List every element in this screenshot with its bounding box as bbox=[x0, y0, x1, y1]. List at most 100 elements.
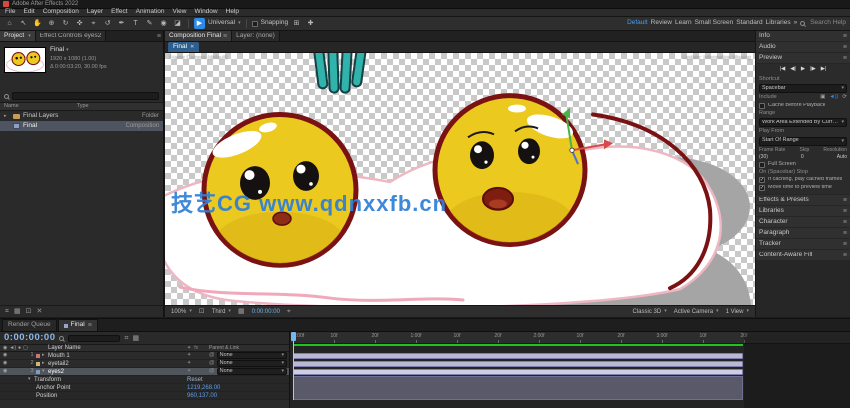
universal-dropdown[interactable]: Universal ▾ bbox=[208, 20, 241, 27]
pan-camera-tool-icon[interactable]: ✜ bbox=[74, 18, 85, 29]
include-audio-icon[interactable]: ◄)) bbox=[829, 95, 838, 101]
panel-menu-icon[interactable]: ≡ bbox=[843, 55, 847, 62]
anchor-point-value[interactable]: 1219,268.00 bbox=[187, 385, 287, 391]
reset-link[interactable]: Reset bbox=[187, 377, 287, 383]
grid-guides-icon[interactable]: ⊞ bbox=[291, 18, 302, 29]
renderer-control[interactable]: Classic 3D ▾ bbox=[633, 309, 667, 315]
new-folder-icon[interactable]: ▦ bbox=[14, 308, 21, 315]
panel-tracker[interactable]: Tracker ≡ bbox=[756, 239, 850, 249]
delete-icon[interactable]: ✕ bbox=[36, 308, 42, 315]
layer-visibility-toggle[interactable]: ◉ bbox=[3, 369, 7, 374]
include-video-icon[interactable]: ▣ bbox=[820, 95, 825, 101]
layer-row-eyes2[interactable]: ◉ 3 ▾ eyes2 ✦ @ None ▾ bbox=[0, 368, 289, 376]
snapping-checkbox[interactable]: ✓ bbox=[252, 21, 258, 27]
panel-audio[interactable]: Audio ≡ bbox=[756, 42, 850, 52]
search-help-input[interactable]: Search Help bbox=[810, 20, 846, 27]
tab-layer-none[interactable]: Layer: (none) bbox=[232, 31, 280, 41]
play-cached-checkbox[interactable]: ✓ bbox=[759, 177, 765, 183]
layer-visibility-toggle[interactable]: ◉ bbox=[3, 361, 7, 366]
workspace-review[interactable]: Review bbox=[651, 20, 672, 27]
parent-link-column-header[interactable]: Parent & Link bbox=[209, 346, 287, 351]
type-tool-icon[interactable]: T bbox=[130, 18, 141, 29]
workspace-default[interactable]: Default bbox=[627, 20, 648, 27]
layer-duration-bar-selected[interactable] bbox=[293, 369, 743, 375]
full-screen-checkbox[interactable]: ✓ bbox=[759, 162, 765, 168]
mask-feather-icon[interactable]: ✚ bbox=[305, 18, 316, 29]
layer-duration-bar[interactable] bbox=[293, 353, 743, 359]
panel-paragraph[interactable]: Paragraph ≡ bbox=[756, 228, 850, 238]
shortcut-dropdown[interactable]: Spacebar ▾ bbox=[759, 84, 847, 93]
resolution-dropdown[interactable]: Auto bbox=[837, 155, 847, 160]
parent-dropdown[interactable]: None ▾ bbox=[217, 368, 287, 375]
pickwhip-icon[interactable]: @ bbox=[209, 353, 215, 359]
pen-tool-icon[interactable]: ✒ bbox=[116, 18, 127, 29]
previous-frame-button[interactable]: ◀| bbox=[790, 67, 796, 73]
menu-animation[interactable]: Animation bbox=[136, 9, 165, 16]
position-row[interactable]: Position 960,137.00 bbox=[0, 392, 289, 400]
grid-icon[interactable]: ▦ bbox=[238, 308, 245, 315]
draft-3d-icon[interactable]: ▦ bbox=[132, 335, 139, 342]
menu-layer[interactable]: Layer bbox=[87, 9, 103, 16]
panel-menu-icon[interactable]: ≡ bbox=[88, 322, 92, 329]
position-value[interactable]: 960,137.00 bbox=[187, 393, 287, 399]
skip-dropdown[interactable]: 0 bbox=[801, 155, 804, 160]
safe-frames-icon[interactable]: ⊡ bbox=[199, 308, 205, 315]
panel-menu-icon[interactable]: ≡ bbox=[843, 241, 847, 248]
layer-row-eyetail2[interactable]: ◉ 2 ▸ eyetail2 ✦ @ None ▾ bbox=[0, 360, 289, 368]
menu-effect[interactable]: Effect bbox=[111, 9, 128, 16]
label-color-chip[interactable] bbox=[36, 362, 40, 366]
tab-render-queue[interactable]: Render Queue bbox=[2, 319, 57, 331]
tab-project[interactable]: Project ▾ bbox=[0, 31, 36, 41]
include-overlays-icon[interactable]: ⟳ bbox=[842, 95, 847, 101]
composition-viewport[interactable]: Frame Camera (default) Update: Informati… bbox=[165, 53, 755, 305]
panel-menu-icon[interactable]: ≡ bbox=[223, 33, 227, 40]
menu-view[interactable]: View bbox=[173, 9, 187, 16]
clone-stamp-tool-icon[interactable]: ◉ bbox=[158, 18, 169, 29]
shy-toggle[interactable]: ✦ bbox=[187, 369, 191, 374]
range-dropdown[interactable]: Work Area Extended By Current... ▾ bbox=[759, 118, 847, 127]
orbit-camera-tool-icon[interactable]: ↻ bbox=[60, 18, 71, 29]
panel-menu-icon[interactable]: ≡ bbox=[843, 208, 847, 215]
transform-group-row[interactable]: ▾ Transform Reset bbox=[0, 376, 289, 384]
project-search-input[interactable] bbox=[12, 92, 159, 100]
current-time-indicator[interactable] bbox=[293, 332, 294, 400]
twirl-icon[interactable]: ▸ bbox=[4, 114, 10, 119]
zoom-control[interactable]: 100% ▾ bbox=[171, 309, 192, 315]
workspace-standard[interactable]: Standard bbox=[736, 20, 762, 27]
tab-timeline-final[interactable]: Final ≡ bbox=[58, 319, 98, 331]
zoom-tool-icon[interactable]: ⊕ bbox=[46, 18, 57, 29]
selection-tool-icon[interactable]: ↖ bbox=[18, 18, 29, 29]
workspace-libraries[interactable]: Libraries bbox=[766, 20, 791, 27]
cache-before-playback-checkbox[interactable]: ✓ bbox=[759, 103, 765, 109]
home-tool-icon[interactable]: ⌂ bbox=[4, 18, 15, 29]
project-row-final-layers[interactable]: ▸ Final Layers Folder bbox=[0, 111, 163, 121]
rotation-tool-icon[interactable]: ↺ bbox=[102, 18, 113, 29]
panel-effects-presets[interactable]: Effects & Presets ≡ bbox=[756, 195, 850, 205]
frame-rate-dropdown[interactable]: (30) bbox=[759, 155, 768, 160]
shy-toggle[interactable]: ✦ bbox=[187, 361, 191, 366]
panel-character[interactable]: Character ≡ bbox=[756, 217, 850, 227]
anchor-point-row[interactable]: Anchor Point 1219,268.00 bbox=[0, 384, 289, 392]
menu-help[interactable]: Help bbox=[226, 9, 239, 16]
resolution-control[interactable]: Third ▾ bbox=[212, 309, 231, 315]
parent-dropdown[interactable]: None ▾ bbox=[217, 352, 287, 359]
layer-name-column-header[interactable]: Layer Name bbox=[48, 345, 187, 351]
pickwhip-icon[interactable]: @ bbox=[209, 369, 215, 375]
timeline-track-area[interactable]: 0:00f 10f 20f 1:00f 10f 20f 2:00f 10f 20… bbox=[291, 332, 850, 408]
comp-mini-flowchart-icon[interactable]: ⌗ bbox=[124, 335, 128, 342]
workspace-overflow-icon[interactable]: » bbox=[794, 20, 798, 27]
hand-tool-icon[interactable]: ✋ bbox=[32, 18, 43, 29]
active-tool-icon[interactable]: ▶ bbox=[194, 18, 205, 29]
dolly-camera-tool-icon[interactable]: ⌖ bbox=[88, 18, 99, 29]
project-list-header[interactable]: Name Type bbox=[0, 102, 163, 111]
shy-toggle[interactable]: ✦ bbox=[187, 353, 191, 358]
panel-info[interactable]: Info ≡ bbox=[756, 31, 850, 41]
panel-libraries[interactable]: Libraries ≡ bbox=[756, 206, 850, 216]
panel-menu-icon[interactable]: ≡ bbox=[843, 33, 847, 40]
parent-dropdown[interactable]: None ▾ bbox=[217, 360, 287, 367]
menu-file[interactable]: File bbox=[5, 9, 15, 16]
viewer-timecode[interactable]: 0:00:00:00 bbox=[252, 309, 280, 315]
next-frame-button[interactable]: |▶ bbox=[810, 67, 816, 73]
menu-window[interactable]: Window bbox=[195, 9, 218, 16]
layer-duration-bar[interactable] bbox=[293, 361, 743, 367]
